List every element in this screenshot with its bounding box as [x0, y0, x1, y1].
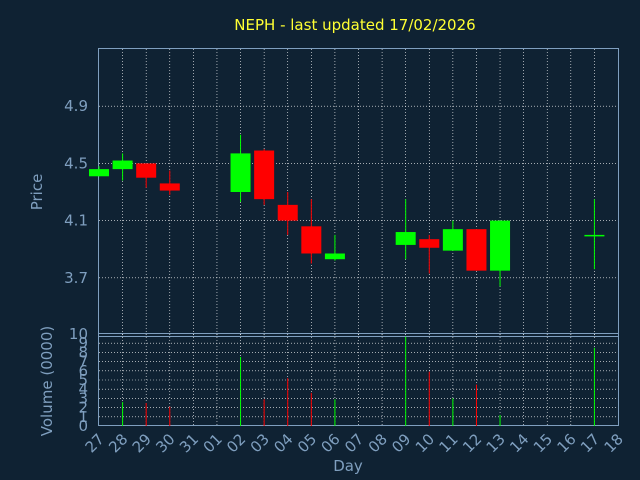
- day-tick-label: 03: [247, 430, 273, 456]
- day-tick-label: 31: [176, 430, 202, 456]
- candle-body: [324, 253, 345, 260]
- day-tick-label: 14: [506, 430, 532, 456]
- price-tick-label: 3.7: [64, 269, 88, 287]
- day-tick-label: 17: [577, 430, 603, 456]
- day-tick-label: 16: [553, 430, 579, 456]
- day-tick-label: 28: [105, 430, 131, 456]
- candle-body: [395, 232, 416, 245]
- chart-container: NEPH - last updated 17/02/2026 3.7 4.1 4.5…: [0, 0, 640, 480]
- day-axis-label: Day: [333, 457, 363, 475]
- day-tick-label: 07: [341, 430, 367, 456]
- candle-body: [584, 234, 605, 237]
- day-tick-label: 18: [601, 430, 627, 456]
- day-tick-label: 11: [435, 430, 461, 456]
- day-tick-label: 29: [129, 430, 155, 456]
- volume-axis-label: Volume (0000): [38, 326, 56, 436]
- volume-tick-label: 10: [69, 325, 88, 343]
- day-tick-label: 13: [483, 430, 509, 456]
- price-tick-label: 4.5: [64, 154, 88, 172]
- candle-body: [419, 239, 440, 248]
- day-tick-label: 15: [530, 430, 556, 456]
- price-tick-label: 4.9: [64, 97, 88, 115]
- price-tick-labels: 3.7 4.1 4.5 4.9: [64, 97, 88, 287]
- candle-body: [230, 153, 251, 192]
- candle-body: [301, 226, 322, 254]
- day-tick-label: 01: [200, 430, 226, 456]
- day-tick-label: 12: [459, 430, 485, 456]
- price-tick-label: 4.1: [64, 212, 88, 230]
- day-tick-label: 05: [294, 430, 320, 456]
- price-axis-label: Price: [28, 174, 46, 211]
- candles: [89, 134, 605, 287]
- candle-body: [89, 169, 109, 177]
- day-tick-label: 04: [270, 430, 296, 456]
- gridlines: [99, 49, 618, 426]
- candlestick-chart: NEPH - last updated 17/02/2026 3.7 4.1 4.5…: [28, 16, 627, 475]
- candle-body: [490, 220, 511, 271]
- day-tick-labels: 2728293031010203040506070809101112131415…: [82, 430, 627, 456]
- candle-body: [466, 229, 487, 271]
- volume-tick-labels: 012345678910: [69, 325, 88, 435]
- candle-body: [112, 160, 133, 170]
- chart-title: NEPH - last updated 17/02/2026: [234, 16, 475, 34]
- day-tick-label: 10: [412, 430, 438, 456]
- day-tick-label: 02: [223, 430, 249, 456]
- day-tick-label: 30: [152, 430, 178, 456]
- day-tick-label: 06: [318, 430, 344, 456]
- day-tick-label: 09: [388, 430, 414, 456]
- candle-body: [159, 183, 180, 191]
- candle-body: [254, 150, 275, 200]
- candle-body: [277, 204, 298, 221]
- candle-body: [136, 163, 157, 178]
- candle-body: [442, 229, 463, 251]
- day-tick-label: 08: [365, 430, 391, 456]
